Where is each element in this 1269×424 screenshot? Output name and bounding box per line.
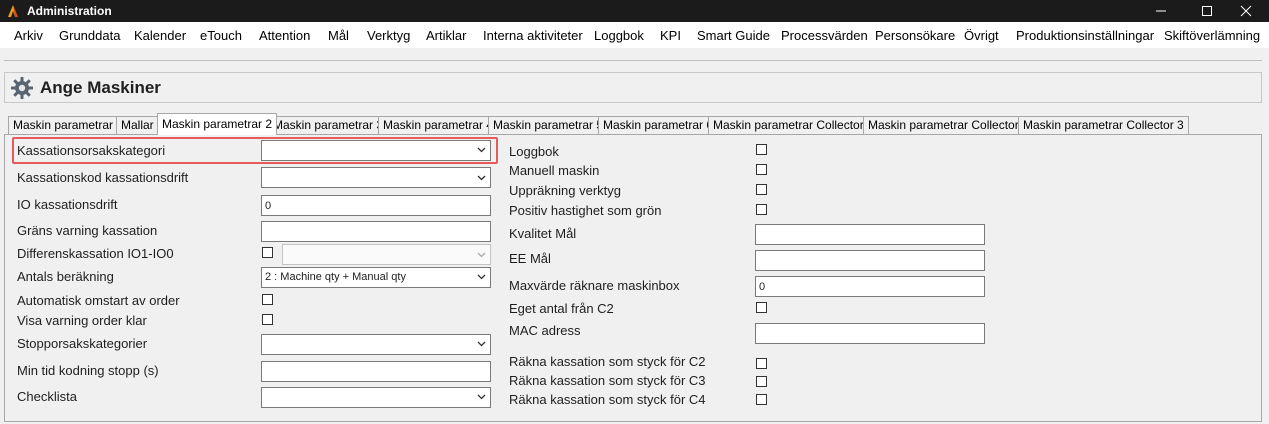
tab-maskin-parametrar-6[interactable]: Maskin parametrar 6	[598, 116, 719, 134]
menu-mal[interactable]: Mål	[328, 28, 349, 43]
kassationsorsakskategori-select[interactable]	[261, 140, 491, 161]
antals-berakning-select[interactable]: 2 : Machine qty + Manual qty	[261, 267, 491, 288]
maximize-icon	[1202, 6, 1212, 16]
menu-etouch[interactable]: eTouch	[200, 28, 242, 43]
stopporsakskategorier-select[interactable]	[261, 334, 491, 355]
mac-adress-input[interactable]	[755, 323, 985, 344]
menu-kpi[interactable]: KPI	[660, 28, 681, 43]
positiv-hastighet-checkbox[interactable]	[756, 204, 767, 215]
menu-artiklar[interactable]: Artiklar	[426, 28, 466, 43]
tab-maskin-parametrar-3[interactable]: Maskin parametrar 3	[268, 116, 389, 134]
ee-mal-label: EE Mål	[509, 251, 551, 266]
upprakning-verktyg-checkbox[interactable]	[756, 184, 767, 195]
minimize-button[interactable]	[1138, 0, 1184, 22]
rakna-c3-checkbox[interactable]	[756, 376, 767, 387]
tab-maskin-parametrar-5[interactable]: Maskin parametrar 5	[488, 116, 609, 134]
maxvarde-input[interactable]: 0	[755, 276, 985, 297]
menu-personsokare[interactable]: Personsökare	[875, 28, 955, 43]
menu-bar: Arkiv Grunddata Kalender eTouch Attentio…	[0, 22, 1269, 48]
checklista-label: Checklista	[17, 389, 77, 404]
menu-kalender[interactable]: Kalender	[134, 28, 186, 43]
menu-verktyg[interactable]: Verktyg	[367, 28, 410, 43]
manuell-maskin-checkbox[interactable]	[756, 164, 767, 175]
tab-maskin-parametrar-collector-3[interactable]: Maskin parametrar Collector 3	[1018, 116, 1189, 134]
tab-maskin-parametrar-4[interactable]: Maskin parametrar 4	[378, 116, 499, 134]
chevron-down-icon	[477, 394, 486, 400]
io-kassationsdrift-label: IO kassationsdrift	[17, 197, 118, 212]
tab-maskin-parametrar-1[interactable]: Maskin parametrar 1	[8, 116, 129, 134]
differenskassation-checkbox[interactable]	[262, 247, 273, 258]
menu-smart-guide[interactable]: Smart Guide	[697, 28, 770, 43]
tab-maskin-parametrar-collector-1[interactable]: Maskin parametrar Collector 1	[708, 116, 879, 134]
menu-processvarden[interactable]: Processvärden	[781, 28, 868, 43]
ee-mal-input[interactable]	[755, 250, 985, 271]
loggbok-label: Loggbok	[509, 144, 559, 159]
automatisk-omstart-label: Automatisk omstart av order	[17, 293, 180, 308]
antals-berakning-label: Antals beräkning	[17, 269, 114, 284]
mac-adress-label: MAC adress	[509, 323, 581, 338]
menu-produktionsinstallningar[interactable]: Produktionsinställningar	[1016, 28, 1154, 43]
menu-ovrigt[interactable]: Övrigt	[964, 28, 999, 43]
chevron-down-icon	[477, 252, 486, 258]
maxvarde-label: Maxvärde räknare maskinbox	[509, 278, 680, 293]
visa-varning-label: Visa varning order klar	[17, 313, 147, 328]
grans-varning-label: Gräns varning kassation	[17, 223, 158, 238]
app-logo-icon	[8, 5, 18, 17]
differenskassation-select[interactable]	[282, 244, 491, 265]
close-icon	[1240, 5, 1252, 17]
menu-skiftoverlamning[interactable]: Skiftöverlämning	[1164, 28, 1260, 43]
grans-varning-input[interactable]	[261, 221, 491, 242]
menu-interna-aktiviteter[interactable]: Interna aktiviteter	[483, 28, 583, 43]
io-kassationsdrift-input[interactable]: 0	[261, 195, 491, 216]
chevron-down-icon	[477, 147, 486, 153]
menu-arkiv[interactable]: Arkiv	[14, 28, 43, 43]
page-title: Ange Maskiner	[40, 78, 161, 97]
chevron-down-icon	[477, 274, 486, 280]
tab-mallar[interactable]: Mallar	[116, 116, 159, 134]
toolbar-strip	[0, 48, 1269, 66]
close-button[interactable]	[1223, 0, 1269, 22]
chevron-down-icon	[477, 341, 486, 347]
positiv-hastighet-label: Positiv hastighet som grön	[509, 203, 662, 218]
manuell-maskin-label: Manuell maskin	[509, 163, 600, 178]
menu-grunddata[interactable]: Grunddata	[59, 28, 120, 43]
title-bar: Administration	[0, 0, 1269, 22]
tab-maskin-parametrar-collector-2[interactable]: Maskin parametrar Collector 2	[863, 116, 1034, 134]
kassationsorsakskategori-label: Kassationsorsakskategori	[17, 143, 166, 158]
differenskassation-label: Differenskassation IO1-IO0	[17, 246, 174, 261]
rakna-c2-checkbox[interactable]	[756, 358, 767, 369]
min-tid-label: Min tid kodning stopp (s)	[17, 363, 159, 378]
eget-antal-label: Eget antal från C2	[509, 301, 614, 316]
automatisk-omstart-checkbox[interactable]	[262, 294, 273, 305]
window-title: Administration	[27, 4, 112, 18]
kvalitet-mal-input[interactable]	[755, 224, 985, 245]
stopporsakskategorier-label: Stopporsakskategorier	[17, 336, 148, 351]
menu-loggbok[interactable]: Loggbok	[594, 28, 644, 43]
loggbok-checkbox[interactable]	[756, 144, 767, 155]
kassationskod-select[interactable]	[261, 167, 491, 188]
rakna-c2-label: Räkna kassation som styck för C2	[509, 354, 706, 369]
checklista-select[interactable]	[261, 387, 491, 408]
min-tid-input[interactable]	[261, 361, 491, 382]
rakna-c3-label: Räkna kassation som styck för C3	[509, 373, 706, 388]
rakna-c4-checkbox[interactable]	[756, 394, 767, 405]
visa-varning-checkbox[interactable]	[262, 314, 273, 325]
eget-antal-checkbox[interactable]	[756, 302, 767, 313]
kassationskod-label: Kassationskod kassationsdrift	[17, 170, 189, 185]
kvalitet-mal-label: Kvalitet Mål	[509, 226, 577, 241]
chevron-down-icon	[477, 175, 486, 181]
menu-attention[interactable]: Attention	[259, 28, 310, 43]
page-header: Ange Maskiner	[4, 72, 1262, 103]
minimize-icon	[1156, 10, 1166, 12]
upprakning-verktyg-label: Uppräkning verktyg	[509, 183, 621, 198]
rakna-c4-label: Räkna kassation som styck för C4	[509, 392, 706, 407]
content-area: Ange Maskiner Maskin parametrar 1 Mallar…	[0, 66, 1269, 424]
gear-icon	[11, 77, 33, 99]
tab-maskin-parametrar-2[interactable]: Maskin parametrar 2	[157, 113, 278, 135]
divider	[4, 60, 1262, 61]
